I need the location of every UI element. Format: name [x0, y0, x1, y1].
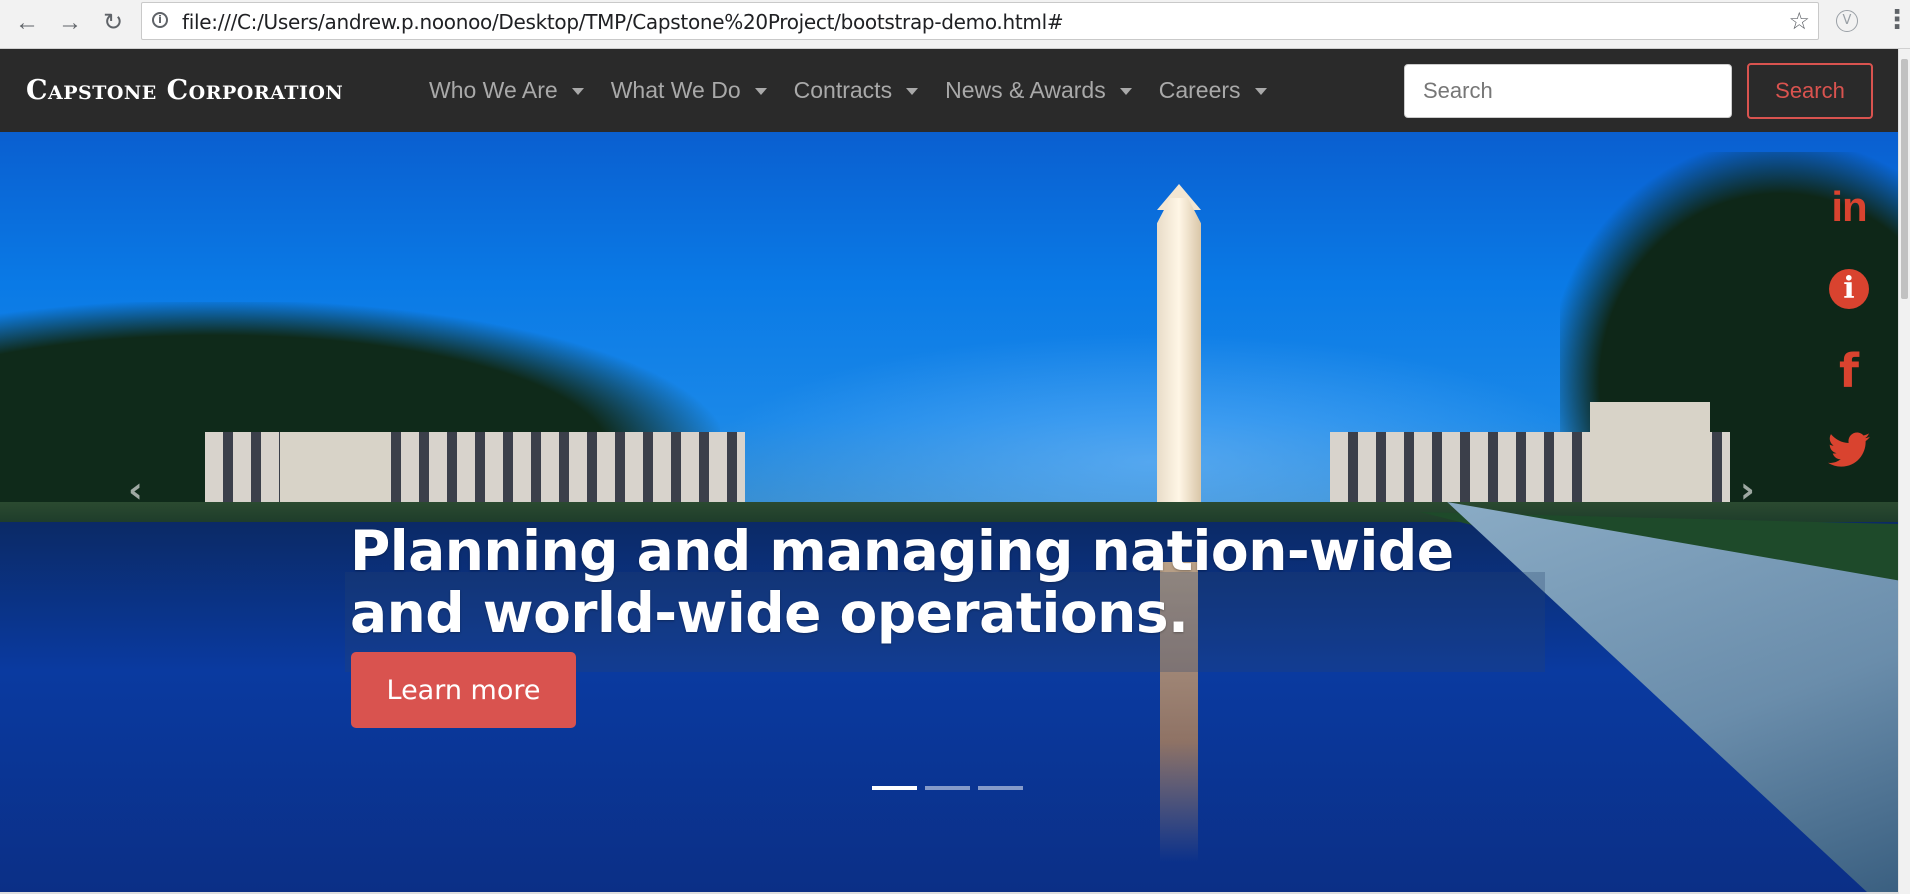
nav-item-who-we-are[interactable]: Who We Are	[429, 77, 584, 104]
forward-icon[interactable]: →	[55, 8, 85, 38]
learn-more-button[interactable]: Learn more	[351, 652, 576, 728]
linkedin-glyph: in	[1831, 183, 1867, 230]
more-vertical-icon[interactable]: ⋮	[1884, 6, 1910, 34]
nav-item-contracts[interactable]: Contracts	[793, 77, 919, 104]
scrollbar[interactable]	[1898, 49, 1910, 894]
facebook-glyph: f	[1838, 344, 1859, 398]
carousel-indicator-2[interactable]	[925, 786, 970, 790]
search-input[interactable]	[1404, 64, 1732, 118]
hero-carousel: Planning and managing nation-wide and wo…	[0, 132, 1898, 894]
carousel-indicators	[872, 786, 1023, 790]
back-icon[interactable]: ←	[12, 8, 42, 38]
site-navbar: Capstone Corporation Who We Are What We …	[0, 49, 1898, 132]
caret-down-icon	[754, 88, 767, 96]
caret-down-icon	[1119, 88, 1132, 96]
info-glyph: i	[1829, 269, 1869, 309]
carousel-indicator-3[interactable]	[978, 786, 1023, 790]
nav-menu: Who We Are What We Do Contracts News & A…	[429, 77, 1294, 104]
nav-item-label: News & Awards	[945, 77, 1106, 103]
extension-icon[interactable]: V	[1836, 10, 1858, 32]
address-bar[interactable]: i file:///C:/Users/andrew.p.noonoo/Deskt…	[141, 2, 1819, 40]
caret-down-icon	[1254, 88, 1267, 96]
caret-down-icon	[906, 88, 919, 96]
nav-item-news-awards[interactable]: News & Awards	[945, 77, 1132, 104]
url-text[interactable]: file:///C:/Users/andrew.p.noonoo/Desktop…	[182, 10, 1064, 34]
nav-item-what-we-do[interactable]: What We Do	[611, 77, 767, 104]
twitter-bird	[1828, 432, 1870, 467]
carousel-next-icon[interactable]: ›	[1740, 470, 1755, 511]
facebook-icon[interactable]: f	[1826, 348, 1872, 394]
search-button[interactable]: Search	[1747, 63, 1873, 119]
nav-item-label: Contracts	[793, 77, 893, 103]
brand-logo[interactable]: Capstone Corporation	[26, 75, 343, 106]
nav-item-label: Who We Are	[429, 77, 558, 103]
caret-down-icon	[571, 88, 584, 96]
star-icon[interactable]: ☆	[1788, 7, 1810, 35]
nav-item-careers[interactable]: Careers	[1159, 77, 1267, 104]
site-info-icon[interactable]: i	[152, 12, 168, 28]
info-icon[interactable]: i	[1826, 266, 1872, 312]
reload-icon[interactable]: ↻	[98, 8, 128, 38]
page-content: Capstone Corporation Who We Are What We …	[0, 49, 1898, 894]
washington-monument	[1157, 198, 1201, 513]
nav-item-label: What We Do	[610, 77, 741, 103]
hero-caption: Planning and managing nation-wide and wo…	[350, 519, 1454, 646]
linkedin-icon[interactable]: in	[1826, 184, 1872, 230]
scrollbar-thumb[interactable]	[1901, 59, 1908, 299]
twitter-icon[interactable]	[1826, 432, 1872, 478]
nav-item-label: Careers	[1158, 77, 1241, 103]
carousel-indicator-1[interactable]	[872, 786, 917, 790]
browser-toolbar: ← → ↻ i file:///C:/Users/andrew.p.noonoo…	[0, 0, 1910, 49]
carousel-prev-icon[interactable]: ‹	[128, 470, 143, 511]
